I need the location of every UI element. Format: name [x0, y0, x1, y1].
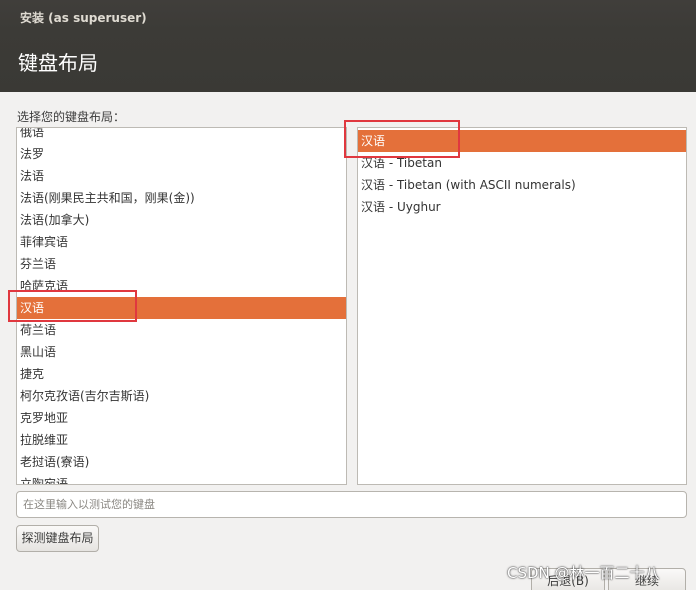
- page-title: 键盘布局: [18, 51, 98, 75]
- keyboard-variant-list[interactable]: 汉语 汉语 - Tibetan 汉语 - Tibetan (with ASCII…: [357, 127, 687, 485]
- layout-list-item[interactable]: 立陶宛语: [17, 473, 346, 484]
- layout-list-item[interactable]: 芬兰语: [17, 253, 346, 275]
- layout-list-item[interactable]: 法语(刚果民主共和国，刚果(金)): [17, 187, 346, 209]
- watermark-text: CSDN @林一百二十八: [507, 564, 660, 582]
- layout-list-item[interactable]: 俄语: [17, 128, 346, 143]
- layout-list-item[interactable]: 法语: [17, 165, 346, 187]
- installer-window: 安装 (as superuser) 键盘布局 选择您的键盘布局： 俄语 法罗 法…: [0, 0, 696, 590]
- layout-list-item[interactable]: 捷克: [17, 363, 346, 385]
- window-title: 安装 (as superuser): [20, 11, 147, 25]
- layout-list-item[interactable]: 克罗地亚: [17, 407, 346, 429]
- detect-layout-button[interactable]: 探测键盘布局: [16, 525, 99, 552]
- variant-list-item[interactable]: 汉语 - Uyghur: [358, 196, 686, 218]
- layout-list-item[interactable]: 菲律宾语: [17, 231, 346, 253]
- layout-list-item[interactable]: 黑山语: [17, 341, 346, 363]
- highlight-box-variant: [344, 120, 460, 158]
- layout-list-item[interactable]: 法语(加拿大): [17, 209, 346, 231]
- layout-list-item[interactable]: 荷兰语: [17, 319, 346, 341]
- keyboard-test-input[interactable]: [16, 491, 687, 518]
- highlight-box-layout: [8, 290, 137, 322]
- title-bar: 安装 (as superuser) 键盘布局: [0, 0, 696, 92]
- layout-prompt-label: 选择您的键盘布局：: [17, 110, 126, 124]
- variant-list-item[interactable]: 汉语 - Tibetan (with ASCII numerals): [358, 174, 686, 196]
- layout-list-item[interactable]: 法罗: [17, 143, 346, 165]
- layout-list-item[interactable]: 老挝语(寮语): [17, 451, 346, 473]
- layout-list-item[interactable]: 柯尔克孜语(吉尔吉斯语): [17, 385, 346, 407]
- layout-list-item[interactable]: 拉脱维亚: [17, 429, 346, 451]
